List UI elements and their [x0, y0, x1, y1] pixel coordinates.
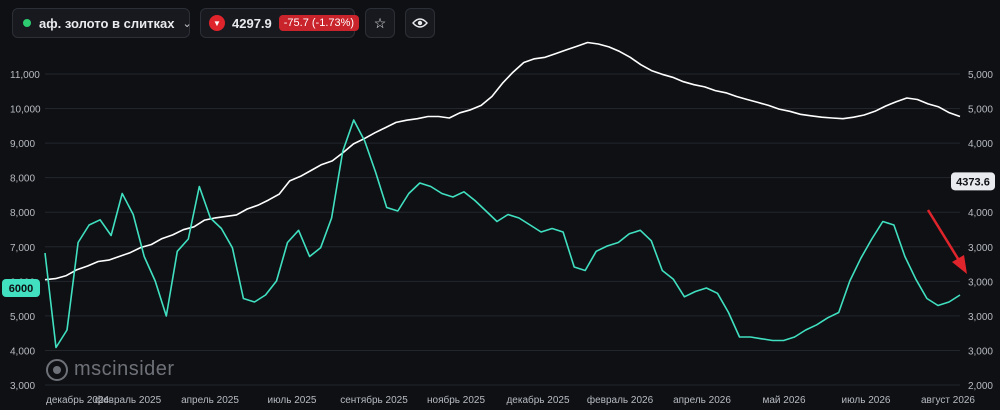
- y-right-tick-label: 3,000: [968, 346, 993, 357]
- y-right-tick-label: 3,000: [968, 243, 993, 254]
- y-right-tick-label: 5,000: [968, 70, 993, 81]
- series-line-left-axis: [44, 119, 961, 349]
- y-left-tick-label: 8,000: [10, 208, 35, 219]
- x-tick-label: июль 2025: [268, 395, 317, 406]
- x-tick-label: февраль 2026: [587, 394, 654, 406]
- y-left-tick-label: 7,000: [10, 243, 35, 254]
- watermark-text: mscinsider: [74, 358, 175, 380]
- y-left-tick-label: 3,000: [10, 381, 35, 392]
- x-tick-label: сентябрь 2025: [340, 394, 408, 406]
- y-right-tick-label: 5,000: [968, 105, 993, 116]
- x-tick-label: февраль 2025: [95, 394, 162, 406]
- y-right-tick-label: 3,000: [968, 277, 993, 288]
- y-left-tick-label: 10,000: [10, 105, 41, 116]
- x-tick-label: декабрь 2025: [506, 394, 570, 406]
- x-tick-label: май 2026: [762, 395, 805, 406]
- series-group: [44, 41, 961, 349]
- y-left-tick-label: 4,000: [10, 346, 35, 357]
- y-left-tick-label: 9,000: [10, 139, 35, 150]
- y-left-tick-label: 8,000: [10, 174, 35, 185]
- y-left-tick-label: 11,000: [10, 70, 40, 81]
- chart-area: 11,00010,0009,0008,0008,0007,0006,0005,0…: [2, 41, 995, 406]
- x-tick-label: апрель 2025: [181, 395, 239, 406]
- y-left-tick-label: 5,000: [10, 312, 35, 323]
- left-axis-marker-label: 6000: [9, 283, 33, 295]
- x-axis: декабрь 2024февраль 2025 апрель 2025 июль …: [46, 394, 975, 406]
- x-tick-label: июль 2026: [842, 395, 891, 406]
- watermark: mscinsider: [46, 358, 175, 381]
- chart-card: аф. золото в слитках ⌄ ▼ 4297.9 -75.7 (-…: [0, 0, 1000, 410]
- y-right-tick-label: 4,000: [968, 208, 993, 219]
- x-tick-label: ноябрь 2025: [427, 394, 485, 406]
- y-axis-right: 5,0005,0004,0004,0004,0003,0003,0003,000…: [968, 70, 993, 392]
- y-right-tick-label: 4,000: [968, 139, 993, 150]
- x-tick-label: апрель 2026: [673, 395, 731, 406]
- annotation-arrow-head: [952, 255, 967, 274]
- x-tick-label: август 2026: [921, 395, 975, 406]
- y-right-tick-label: 2,000: [968, 381, 993, 392]
- annotation-arrow-shaft: [926, 209, 962, 263]
- y-axis-left: 11,00010,0009,0008,0008,0007,0006,0005,0…: [10, 70, 41, 392]
- y-right-tick-label: 3,000: [968, 312, 993, 323]
- right-axis-marker-label: 4373.6: [956, 176, 990, 188]
- axis-markers: 6000 4373.6: [2, 172, 995, 297]
- series-line-right-axis: [44, 41, 961, 281]
- brand-logo-icon: [46, 358, 68, 381]
